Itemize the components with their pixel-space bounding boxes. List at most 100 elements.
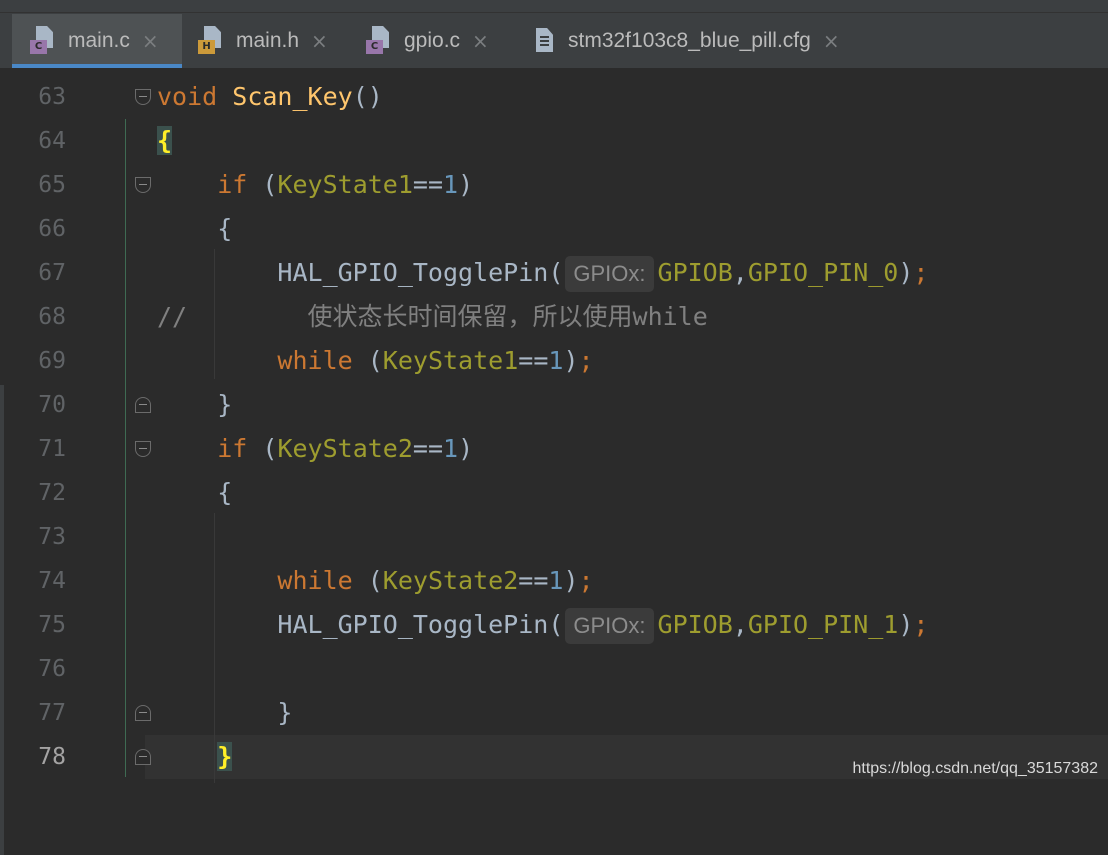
line-number: 63 (38, 84, 66, 110)
close-icon[interactable]: × (142, 29, 159, 53)
close-icon[interactable]: × (311, 29, 328, 53)
code-token: , (732, 610, 748, 639)
code-line[interactable]: 76 (0, 647, 1108, 691)
code-token: ) (898, 610, 914, 639)
code-text: } (157, 691, 292, 735)
code-token: HAL_GPIO_TogglePin( (157, 610, 564, 639)
code-line[interactable]: 75 HAL_GPIO_TogglePin(GPIOx: GPIOB,GPIO_P… (0, 603, 1108, 647)
code-line[interactable]: 72 { (0, 471, 1108, 515)
code-line[interactable]: 65 if (KeyState1==1) (0, 163, 1108, 207)
code-token: ( (247, 170, 278, 199)
code-token: } (217, 742, 233, 771)
parameter-hint: GPIOx: (565, 256, 654, 292)
code-line[interactable]: 73 (0, 515, 1108, 559)
fold-marker-icon[interactable] (135, 705, 151, 721)
code-token: ; (913, 610, 929, 639)
fold-marker-icon[interactable] (135, 397, 151, 413)
code-token: == (518, 566, 549, 595)
code-text: { (157, 207, 232, 251)
editor-tab-bar: Cmain.c × Hmain.h × Cgpio.c × stm32f103c8_blue… (0, 0, 1108, 69)
code-token: HAL_GPIO_TogglePin( (157, 258, 564, 287)
code-token: GPIO_PIN_0 (747, 258, 899, 287)
code-text: if (KeyState1==1) (157, 163, 473, 207)
tab-label: gpio.c (404, 29, 461, 52)
tab-main-h[interactable]: Hmain.h × (180, 14, 348, 68)
line-number: 77 (38, 700, 66, 726)
code-token: { (157, 126, 173, 155)
code-token: // 使状态长时间保留，所以使用while (157, 302, 708, 331)
line-number: 69 (38, 348, 66, 374)
code-token: KeyState2 (277, 434, 413, 463)
code-token: } (157, 698, 293, 727)
fold-marker-icon[interactable] (135, 177, 151, 193)
code-line[interactable]: 77 } (0, 691, 1108, 735)
code-token: KeyState2 (382, 566, 519, 595)
line-number: 67 (38, 260, 66, 286)
code-line[interactable]: 70 } (0, 383, 1108, 427)
line-number: 75 (38, 612, 66, 638)
line-number: 72 (38, 480, 66, 506)
code-line[interactable]: 64 { (0, 119, 1108, 163)
code-line[interactable]: 69 while (KeyState1==1); (0, 339, 1108, 383)
line-number: 70 (38, 392, 66, 418)
code-token: ; (913, 258, 929, 287)
tab-stm32f103c8-blue-pill-cfg[interactable]: stm32f103c8_blue_pill.cfg × (512, 14, 872, 68)
code-token: ) (458, 434, 474, 463)
line-number: 73 (38, 524, 66, 550)
line-number: 68 (38, 304, 66, 330)
c-file-icon: C (30, 26, 60, 56)
code-text: { (157, 471, 232, 515)
code-line[interactable]: 63 void Scan_Key() (0, 75, 1108, 119)
code-token: if (217, 170, 248, 199)
code-text: // 使状态长时间保留，所以使用while (157, 295, 708, 339)
code-token: ( (247, 434, 278, 463)
line-number: 64 (38, 128, 66, 154)
code-token: 1 (443, 434, 459, 463)
code-token: void (157, 82, 218, 111)
code-text: HAL_GPIO_TogglePin(GPIOx: GPIOB,GPIO_PIN_… (157, 251, 928, 295)
tab-main-c[interactable]: Cmain.c × (12, 14, 182, 68)
code-text: if (KeyState2==1) (157, 427, 473, 471)
code-line[interactable]: 67 HAL_GPIO_TogglePin(GPIOx: GPIOB,GPIO_P… (0, 251, 1108, 295)
code-token: 1 (443, 170, 459, 199)
code-token: { (157, 214, 233, 243)
line-number: 71 (38, 436, 66, 462)
code-token: Scan_Key (232, 82, 353, 111)
close-icon[interactable]: × (823, 29, 840, 53)
line-number: 66 (38, 216, 66, 242)
fold-marker-icon[interactable] (135, 749, 151, 765)
code-line[interactable]: 68 // 使状态长时间保留，所以使用while (0, 295, 1108, 339)
code-text: { (157, 119, 173, 163)
tab-label: main.h (236, 29, 300, 52)
line-number: 65 (38, 172, 66, 198)
c-file-icon: C (366, 26, 396, 56)
tab-label: main.c (68, 29, 130, 52)
code-editor[interactable]: 63 void Scan_Key () 64 {65 if (KeyState1==1)… (0, 69, 1108, 855)
code-token: 1 (548, 566, 564, 595)
code-line[interactable]: 66 { (0, 207, 1108, 251)
code-line[interactable]: 74 while (KeyState2==1); (0, 559, 1108, 603)
code-text: while (KeyState1==1); (157, 339, 593, 383)
close-icon[interactable]: × (472, 29, 489, 53)
tab-bar-divider (0, 12, 1108, 13)
code-token: while (277, 346, 353, 375)
code-token: { (157, 478, 233, 507)
code-token: GPIOB (657, 610, 733, 639)
code-token: GPIO_PIN_1 (747, 610, 899, 639)
tab-gpio-c[interactable]: Cgpio.c × (348, 14, 512, 68)
code-token: ) (898, 258, 914, 287)
code-line[interactable]: 71 if (KeyState2==1) (0, 427, 1108, 471)
code-token: == (518, 346, 549, 375)
fold-marker-icon[interactable] (135, 441, 151, 457)
code-text: } (157, 383, 232, 427)
code-token: == (412, 434, 444, 463)
code-token: ; (578, 566, 594, 595)
fold-marker-icon[interactable] (135, 89, 151, 105)
code-token: ( (352, 346, 383, 375)
